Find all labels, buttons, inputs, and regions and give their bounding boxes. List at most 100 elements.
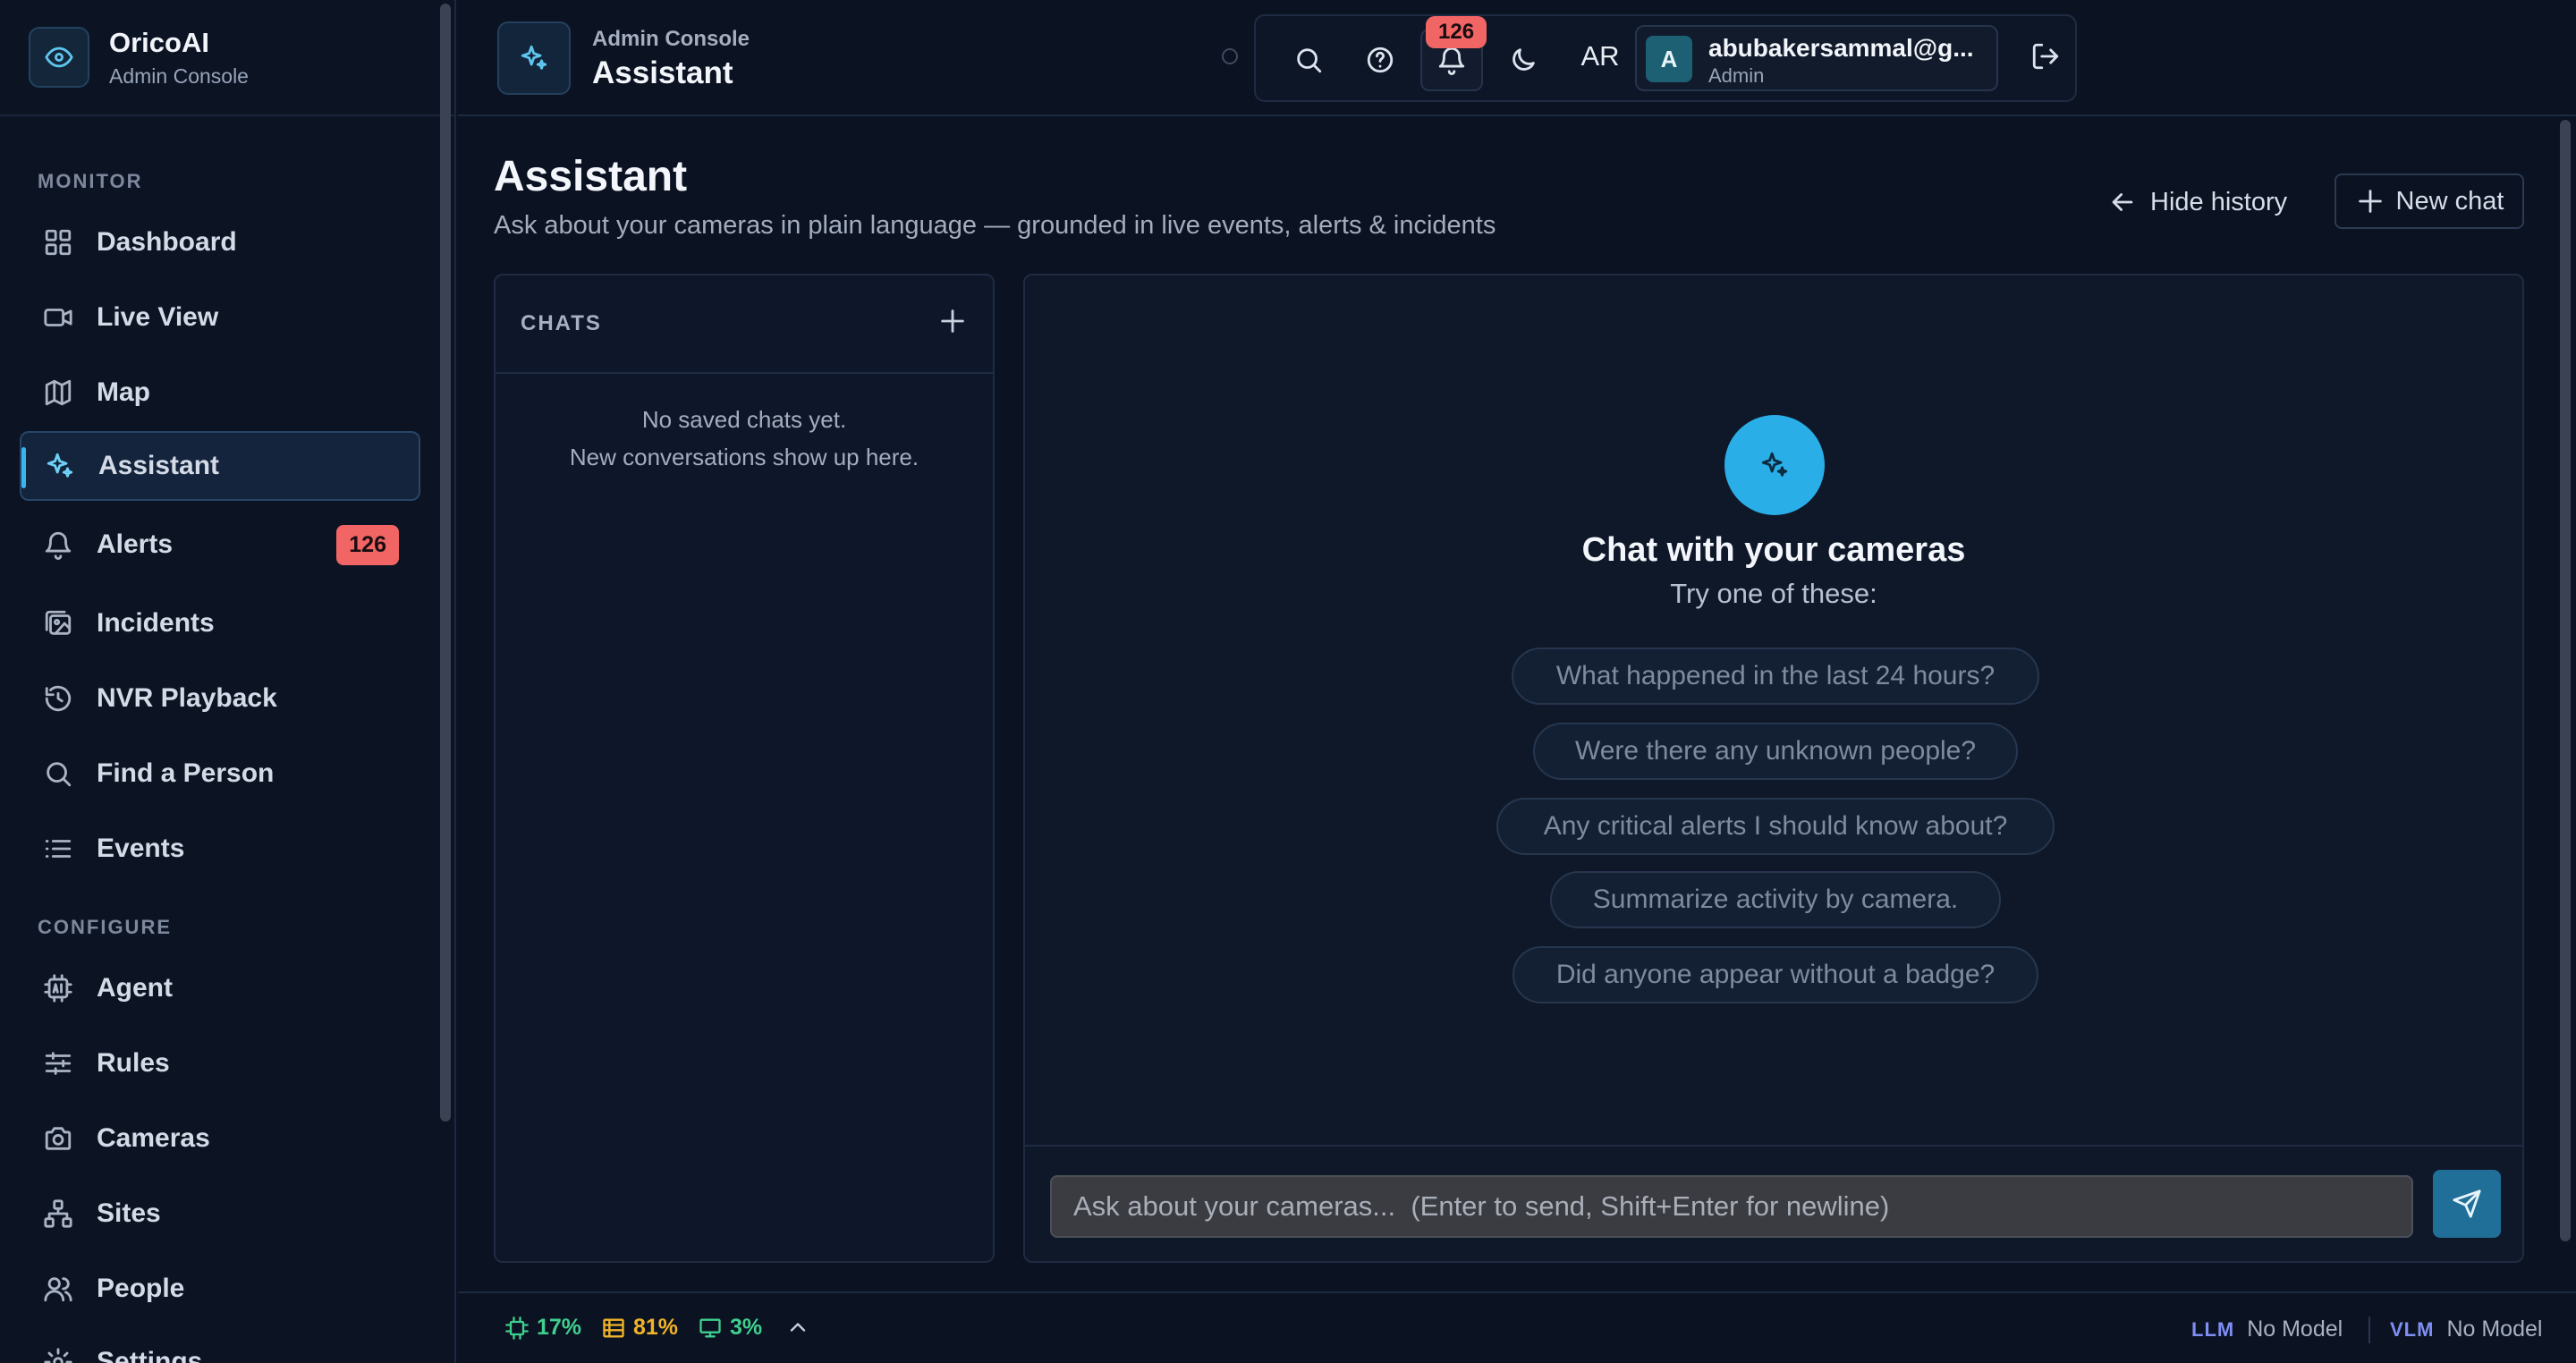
page-subtitle: Ask about your cameras in plain language…: [494, 211, 1496, 240]
theme-toggle-button[interactable]: [1492, 29, 1555, 91]
plus-icon: [2355, 186, 2396, 216]
sidebar-item-label: Find a Person: [97, 758, 275, 788]
monitor-icon: [698, 1316, 730, 1341]
notifications-badge: 126: [1426, 16, 1487, 48]
header-title: Assistant: [592, 55, 733, 90]
chat-input[interactable]: [1050, 1175, 2413, 1238]
search-icon: [1293, 45, 1324, 75]
gpu-value: 3%: [730, 1315, 763, 1340]
add-chat-button[interactable]: [937, 306, 968, 336]
memory-value: 81%: [633, 1315, 679, 1340]
sidebar-item-label: Live View: [97, 302, 219, 332]
sidebar-item-cameras[interactable]: Cameras: [20, 1104, 420, 1173]
gpu-usage: 3%: [698, 1315, 762, 1341]
arrow-left-icon: [2107, 187, 2150, 217]
cpu-value: 17%: [537, 1315, 582, 1340]
chat-empty-title: Chat with your cameras: [1581, 531, 1966, 569]
hide-history-label: Hide history: [2150, 187, 2288, 216]
sidebar-item-label: NVR Playback: [97, 683, 277, 713]
cpu-usage: 17%: [504, 1315, 581, 1341]
vlm-tag: VLM: [2390, 1317, 2435, 1341]
connection-status-dot: [1222, 48, 1238, 64]
section-label-monitor: MONITOR: [38, 170, 143, 192]
sidebar: OricoAI Admin Console MONITOR Dashboard …: [0, 0, 456, 1363]
user-email: abubakersammal@g...: [1708, 34, 1974, 62]
suggestion-chip[interactable]: Did anyone appear without a badge?: [1513, 946, 2038, 1003]
llm-value: No Model: [2247, 1316, 2343, 1342]
main-scrollbar[interactable]: [2560, 120, 2571, 1241]
logout-icon: [2030, 41, 2061, 72]
expand-stats-button[interactable]: [785, 1315, 818, 1340]
suggestion-chip[interactable]: Summarize activity by camera.: [1550, 871, 2001, 928]
brand-name: OricoAI: [109, 26, 209, 58]
bell-icon: [43, 529, 73, 560]
send-button[interactable]: [2433, 1170, 2501, 1238]
sidebar-item-rules[interactable]: Rules: [20, 1029, 420, 1098]
vlm-status: VLM No Model: [2390, 1316, 2542, 1342]
sidebar-item-map[interactable]: Map: [20, 358, 420, 428]
sidebar-scrollbar[interactable]: [440, 4, 451, 1122]
brand[interactable]: OricoAI Admin Console: [0, 0, 454, 116]
empty-chats-line-2: New conversations show up here.: [569, 444, 919, 470]
history-icon: [43, 683, 73, 714]
sidebar-item-label: Map: [97, 377, 150, 407]
avatar: A: [1646, 36, 1692, 82]
status-bar: 17% 81% 3% LLM No Model VLM No Model: [458, 1291, 2576, 1363]
chat-history-header: CHATS: [496, 275, 993, 374]
sidebar-item-incidents[interactable]: Incidents: [20, 588, 420, 658]
hide-history-button[interactable]: Hide history: [2107, 179, 2287, 225]
sidebar-item-label: Settings: [97, 1347, 203, 1363]
section-label-configure: CONFIGURE: [38, 916, 172, 938]
map-icon: [43, 377, 73, 408]
bell-icon: [1436, 45, 1467, 75]
sidebar-item-sites[interactable]: Sites: [20, 1179, 420, 1249]
sparkles-icon: [1724, 415, 1825, 515]
empty-chats-message: No saved chats yet. New conversations sh…: [496, 401, 993, 476]
logout-button[interactable]: [2014, 25, 2077, 88]
new-chat-button[interactable]: New chat: [2334, 174, 2524, 229]
help-button[interactable]: [1349, 29, 1411, 91]
images-icon: [43, 608, 73, 639]
help-circle-icon: [1365, 45, 1395, 75]
sidebar-item-people[interactable]: People: [20, 1254, 420, 1324]
sidebar-item-label: Sites: [97, 1198, 161, 1228]
users-icon: [43, 1274, 73, 1304]
sidebar-item-dashboard[interactable]: Dashboard: [20, 207, 420, 277]
sidebar-item-settings[interactable]: Settings: [20, 1327, 420, 1363]
sidebar-item-assistant[interactable]: Assistant: [20, 431, 420, 501]
sidebar-item-find-a-person[interactable]: Find a Person: [20, 739, 420, 808]
cpu-ai-icon: [43, 973, 73, 1003]
search-button[interactable]: [1277, 29, 1340, 91]
memory-usage: 81%: [601, 1315, 678, 1341]
user-menu[interactable]: A abubakersammal@g... Admin: [1635, 25, 1998, 91]
llm-tag: LLM: [2191, 1317, 2235, 1341]
network-icon: [43, 1198, 73, 1229]
sidebar-item-live-view[interactable]: Live View: [20, 283, 420, 352]
new-chat-label: New chat: [2395, 186, 2504, 216]
cpu-icon: [504, 1316, 537, 1341]
grid-icon: [43, 227, 73, 258]
suggestion-chip[interactable]: Were there any unknown people?: [1533, 723, 2018, 780]
sidebar-item-nvr-playback[interactable]: NVR Playback: [20, 664, 420, 733]
language-toggle[interactable]: AR: [1569, 25, 1631, 88]
sidebar-item-agent[interactable]: Agent: [20, 953, 420, 1023]
chat-empty-subtitle: Try one of these:: [1670, 578, 1877, 609]
header-subtitle: Admin Console: [592, 27, 750, 51]
sparkles-icon: [497, 21, 571, 95]
alerts-count-badge: 126: [336, 524, 399, 565]
composer-divider: [1025, 1145, 2522, 1147]
chats-label: CHATS: [521, 311, 602, 335]
video-icon: [43, 302, 73, 333]
sidebar-item-label: Assistant: [98, 451, 220, 480]
chat-history-panel: CHATS No saved chats yet. New conversati…: [494, 274, 995, 1263]
chevron-up-icon: [785, 1315, 818, 1340]
sidebar-item-events[interactable]: Events: [20, 814, 420, 884]
moon-icon: [1508, 45, 1538, 75]
camera-icon: [43, 1123, 73, 1154]
sidebar-item-label: Cameras: [97, 1123, 210, 1153]
sidebar-item-label: Dashboard: [97, 227, 237, 257]
suggestion-chip[interactable]: What happened in the last 24 hours?: [1512, 648, 2039, 705]
sidebar-item-alerts[interactable]: Alerts 126: [20, 510, 420, 580]
suggestion-chip[interactable]: Any critical alerts I should know about?: [1496, 798, 2055, 855]
sidebar-item-label: Rules: [97, 1048, 170, 1078]
